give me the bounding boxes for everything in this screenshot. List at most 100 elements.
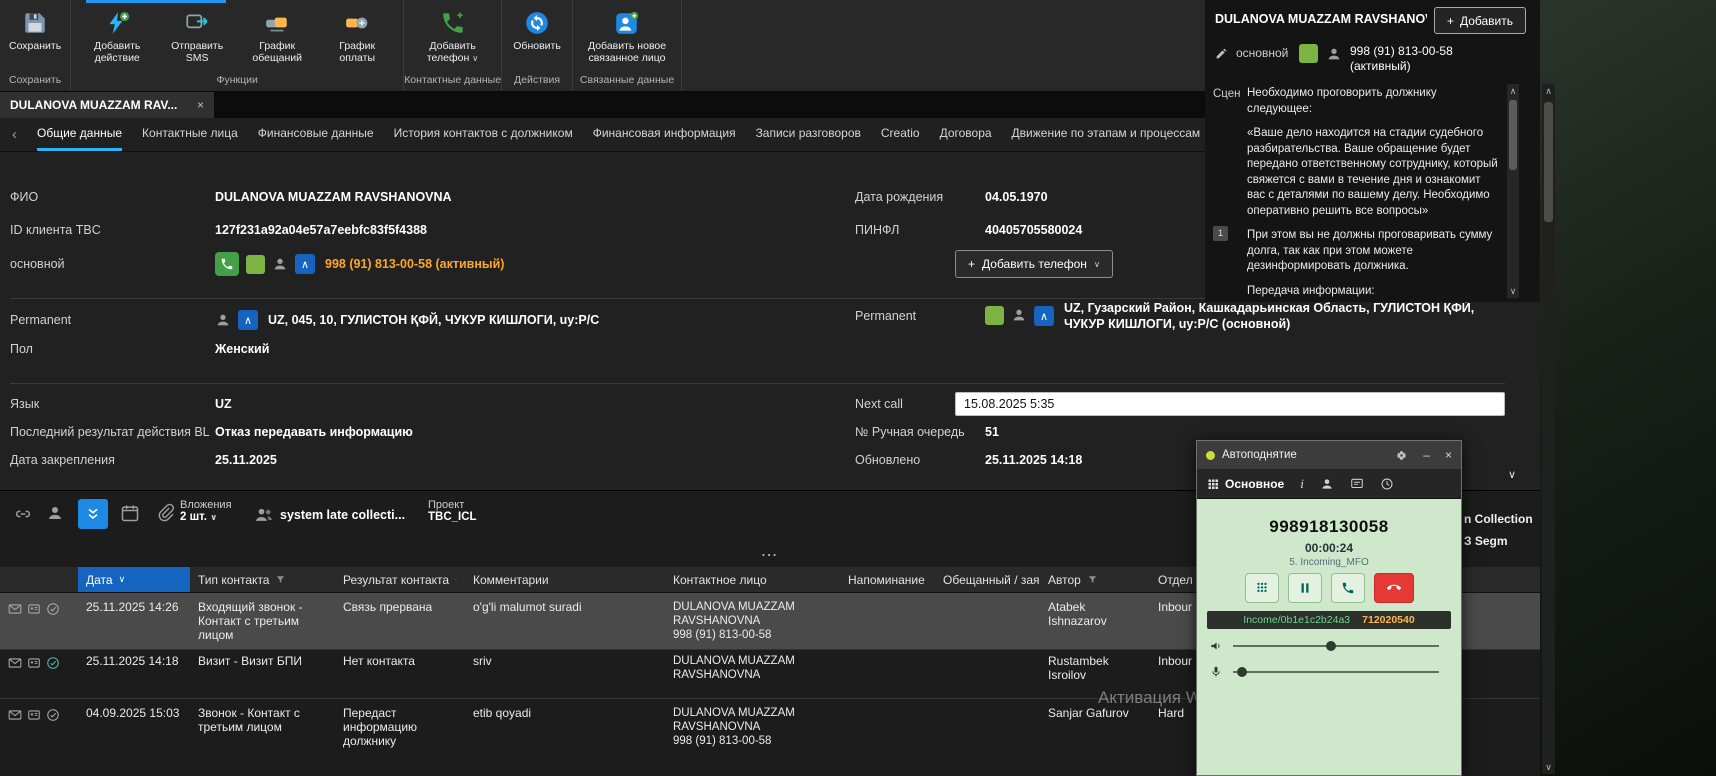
tab-financial-data[interactable]: Финансовые данные [258,118,374,151]
back-chevron-icon[interactable]: ‹ [12,126,17,143]
people-icon [254,505,274,525]
scroll-up-arrow-icon[interactable]: ∧ [1507,84,1519,98]
collapse-chevron-up-icon[interactable]: ∧ [295,254,315,274]
contact-tab-icon[interactable] [1320,477,1334,491]
expand-all-toggle-button[interactable] [78,499,108,529]
close-icon[interactable]: × [1445,448,1452,462]
contact-card-icon[interactable] [27,602,41,616]
status-dot-icon [1206,451,1215,460]
scroll-down-arrow-icon[interactable]: ∨ [1542,760,1555,774]
softphone-tab-main[interactable]: Основное [1207,477,1284,491]
status-green-square[interactable] [246,255,265,274]
column-header-author[interactable]: Автор [1040,567,1150,592]
check-circle-icon[interactable] [46,708,60,722]
hangup-button[interactable] [1374,573,1414,603]
add-phone-button[interactable]: + Добавить телефон ∨ [955,250,1113,278]
dialpad-icon [1255,581,1269,595]
add-related-person-button[interactable]: Добавить новое связанное лицо [579,8,675,66]
promise-chart-button[interactable]: График обещаний [237,8,317,66]
add-phone-ribbon-button[interactable]: Добавить телефон ∨ [413,8,493,66]
main-scrollbar[interactable]: ∧ ∨ [1542,84,1555,774]
paperclip-icon[interactable] [156,503,175,522]
column-header-promised[interactable]: Обещанный / заявл [935,567,1040,592]
cell-type: Звонок - Контакт с третьим лицом [190,699,335,776]
scrollbar-thumb[interactable] [1544,102,1553,222]
chevron-down-icon: ∨ [472,53,478,63]
transfer-call-button[interactable] [1331,573,1365,603]
call-button[interactable] [215,252,239,276]
speaker-volume-slider[interactable] [1233,645,1439,647]
next-call-input[interactable] [955,392,1505,416]
refresh-label: Обновить [513,40,561,52]
call-controls [1197,573,1461,603]
payment-chart-button[interactable]: График оплаты [317,8,397,66]
send-sms-button[interactable]: Отправить SMS [157,8,237,66]
scroll-up-arrow-icon[interactable]: ∧ [1542,84,1555,98]
project-field[interactable]: Проект TBC_ICL [428,499,477,523]
collapse-chevron-up-icon[interactable]: ∧ [238,310,258,330]
cell-promised [935,647,1040,698]
add-action-button[interactable]: Добавить действие [77,8,157,66]
primary-phone-label: основной [10,257,215,271]
history-clock-icon[interactable] [1380,477,1394,491]
contact-card-icon[interactable] [27,656,41,670]
ribbon-group-label-related: Связанные данные [573,71,681,91]
envelope-icon[interactable] [8,708,22,722]
tab-call-records[interactable]: Записи разговоров [756,118,861,151]
calendar-icon[interactable] [120,503,140,523]
panel-phone-number[interactable]: 998 (91) 813-00-58(активный) [1350,44,1453,74]
tab-stages-processes[interactable]: Движение по этапам и процессам [1012,118,1201,151]
save-button[interactable]: Сохранить [6,8,64,54]
panel-add-button[interactable]: + Добавить [1434,7,1526,34]
hold-button[interactable] [1288,573,1322,603]
contact-card-icon[interactable] [27,708,41,722]
tab-contracts[interactable]: Договора [940,118,992,151]
column-header-result[interactable]: Результат контакта [335,567,465,592]
cell-reminder [840,593,935,649]
status-green-square[interactable] [1299,44,1318,63]
status-green-square[interactable] [985,306,1004,325]
sms-tab-icon[interactable] [1350,477,1364,491]
gear-icon[interactable] [1395,449,1408,462]
dialpad-button[interactable] [1245,573,1279,603]
scrollbar-thumb[interactable] [1509,100,1517,170]
owner-name[interactable]: system late collecti... [280,508,405,522]
envelope-icon[interactable] [8,656,22,670]
person-icon[interactable] [46,504,64,522]
softphone-titlebar[interactable]: Автоподнятие – × [1197,441,1461,469]
tab-general-data[interactable]: Общие данные [37,118,122,151]
softphone-tabbar: Основное i [1197,469,1461,499]
column-header-comments[interactable]: Комментарии [465,567,665,592]
check-circle-icon[interactable] [46,656,60,670]
column-header-contact[interactable]: Контактное лицо [665,567,840,592]
info-icon[interactable]: i [1300,476,1304,492]
person-icon [272,256,288,272]
column-header-type[interactable]: Тип контакта [190,567,335,592]
primary-phone-value[interactable]: 998 (91) 813-00-58 (активный) [325,257,504,271]
envelope-icon[interactable] [8,602,22,616]
refresh-button[interactable]: Обновить [508,8,566,54]
attachments-control[interactable]: Вложения 2 шт. ∨ [180,499,232,523]
scroll-down-chevron-icon[interactable]: ∨ [1508,468,1516,481]
check-circle-icon[interactable] [46,602,60,616]
tab-contact-history[interactable]: История контактов с должником [394,118,573,151]
tab-creatio[interactable]: Creatio [881,118,920,151]
minimize-icon[interactable]: – [1423,448,1430,462]
mic-volume-slider[interactable] [1233,671,1439,673]
pencil-icon[interactable] [1215,47,1228,60]
tab-financial-info[interactable]: Финансовая информация [593,118,736,151]
column-header-date[interactable]: Дата∨ [78,567,190,592]
collapse-chevron-up-icon[interactable]: ∧ [1034,306,1054,326]
tab-contact-persons[interactable]: Контактные лица [142,118,238,151]
column-header-reminder[interactable]: Напоминание [840,567,935,592]
link-icon[interactable] [14,505,32,523]
close-icon[interactable]: × [197,98,204,112]
call-code: 712020540 [1362,614,1415,626]
add-phone-button-label: Добавить телефон [982,257,1087,271]
scroll-down-arrow-icon[interactable]: ∨ [1507,284,1519,298]
record-tab[interactable]: DULANOVA MUAZZAM RAV... × [0,92,214,118]
panel-scrollbar[interactable]: ∧ ∨ [1507,84,1519,298]
cell-date: 25.11.2025 14:18 [78,647,190,698]
slider-knob[interactable] [1326,641,1336,651]
slider-knob[interactable] [1237,667,1247,677]
